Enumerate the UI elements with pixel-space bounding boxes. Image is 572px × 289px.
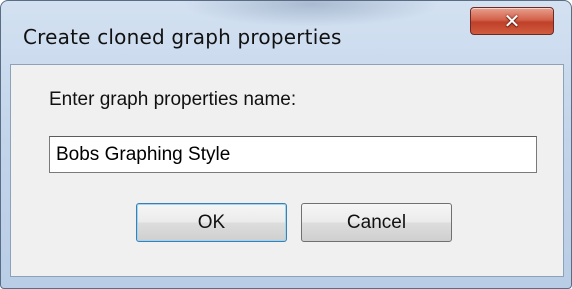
close-icon: ✕ (503, 9, 521, 33)
window-title: Create cloned graph properties (23, 25, 342, 49)
dialog-content: Enter graph properties name: OK Cancel (10, 64, 564, 277)
title-bar[interactable]: Create cloned graph properties ✕ (1, 1, 571, 49)
graph-properties-name-label: Enter graph properties name: (49, 89, 297, 110)
graph-properties-name-input[interactable] (49, 136, 537, 173)
cancel-button[interactable]: Cancel (301, 203, 452, 242)
ok-button[interactable]: OK (136, 203, 287, 242)
dialog-window: Create cloned graph properties ✕ Enter g… (0, 0, 572, 289)
close-button[interactable]: ✕ (470, 7, 554, 35)
